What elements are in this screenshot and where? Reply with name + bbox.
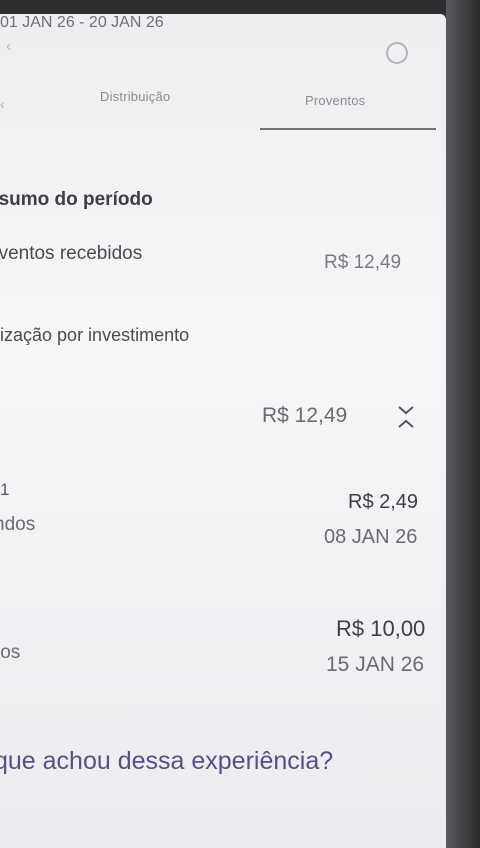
received-value: R$ 12,49 — [324, 252, 402, 273]
list-item-type: ndos — [0, 514, 36, 535]
tab-proventos[interactable]: Proventos — [305, 93, 365, 108]
feedback-question: que achou dessa experiência? — [0, 747, 334, 775]
list-item-value: R$ 2,49 — [348, 491, 419, 513]
chevron-collapse-icon[interactable] — [396, 404, 416, 430]
period-summary-title: esumo do período — [0, 189, 153, 210]
tab-scroll-left-icon[interactable]: ‹ — [0, 96, 5, 112]
proventos-screen: ‹ ‹ Distribuição Proventos esumo do perí… — [0, 14, 446, 848]
help-circle-icon[interactable] — [386, 42, 408, 64]
active-tab-indicator — [260, 128, 436, 130]
list-item-type: los — [0, 642, 21, 663]
breakdown-total-value: R$ 12,49 — [262, 404, 348, 427]
period-range[interactable]: 01 JAN 26 - 20 JAN 26 — [0, 14, 446, 32]
device-bezel — [446, 0, 480, 848]
breakdown-title: alização por investimento — [0, 325, 190, 345]
back-icon[interactable]: ‹ — [6, 38, 11, 56]
tab-distribuicao[interactable]: Distribuição — [100, 89, 170, 104]
device-top-edge — [0, 0, 446, 14]
list-item-id: 1 — [0, 480, 10, 499]
list-item-date: 08 JAN 26 — [324, 526, 418, 548]
received-label: oventos recebidos — [0, 243, 143, 264]
list-item-date: 15 JAN 26 — [326, 653, 425, 676]
list-item-value: R$ 10,00 — [336, 616, 426, 641]
